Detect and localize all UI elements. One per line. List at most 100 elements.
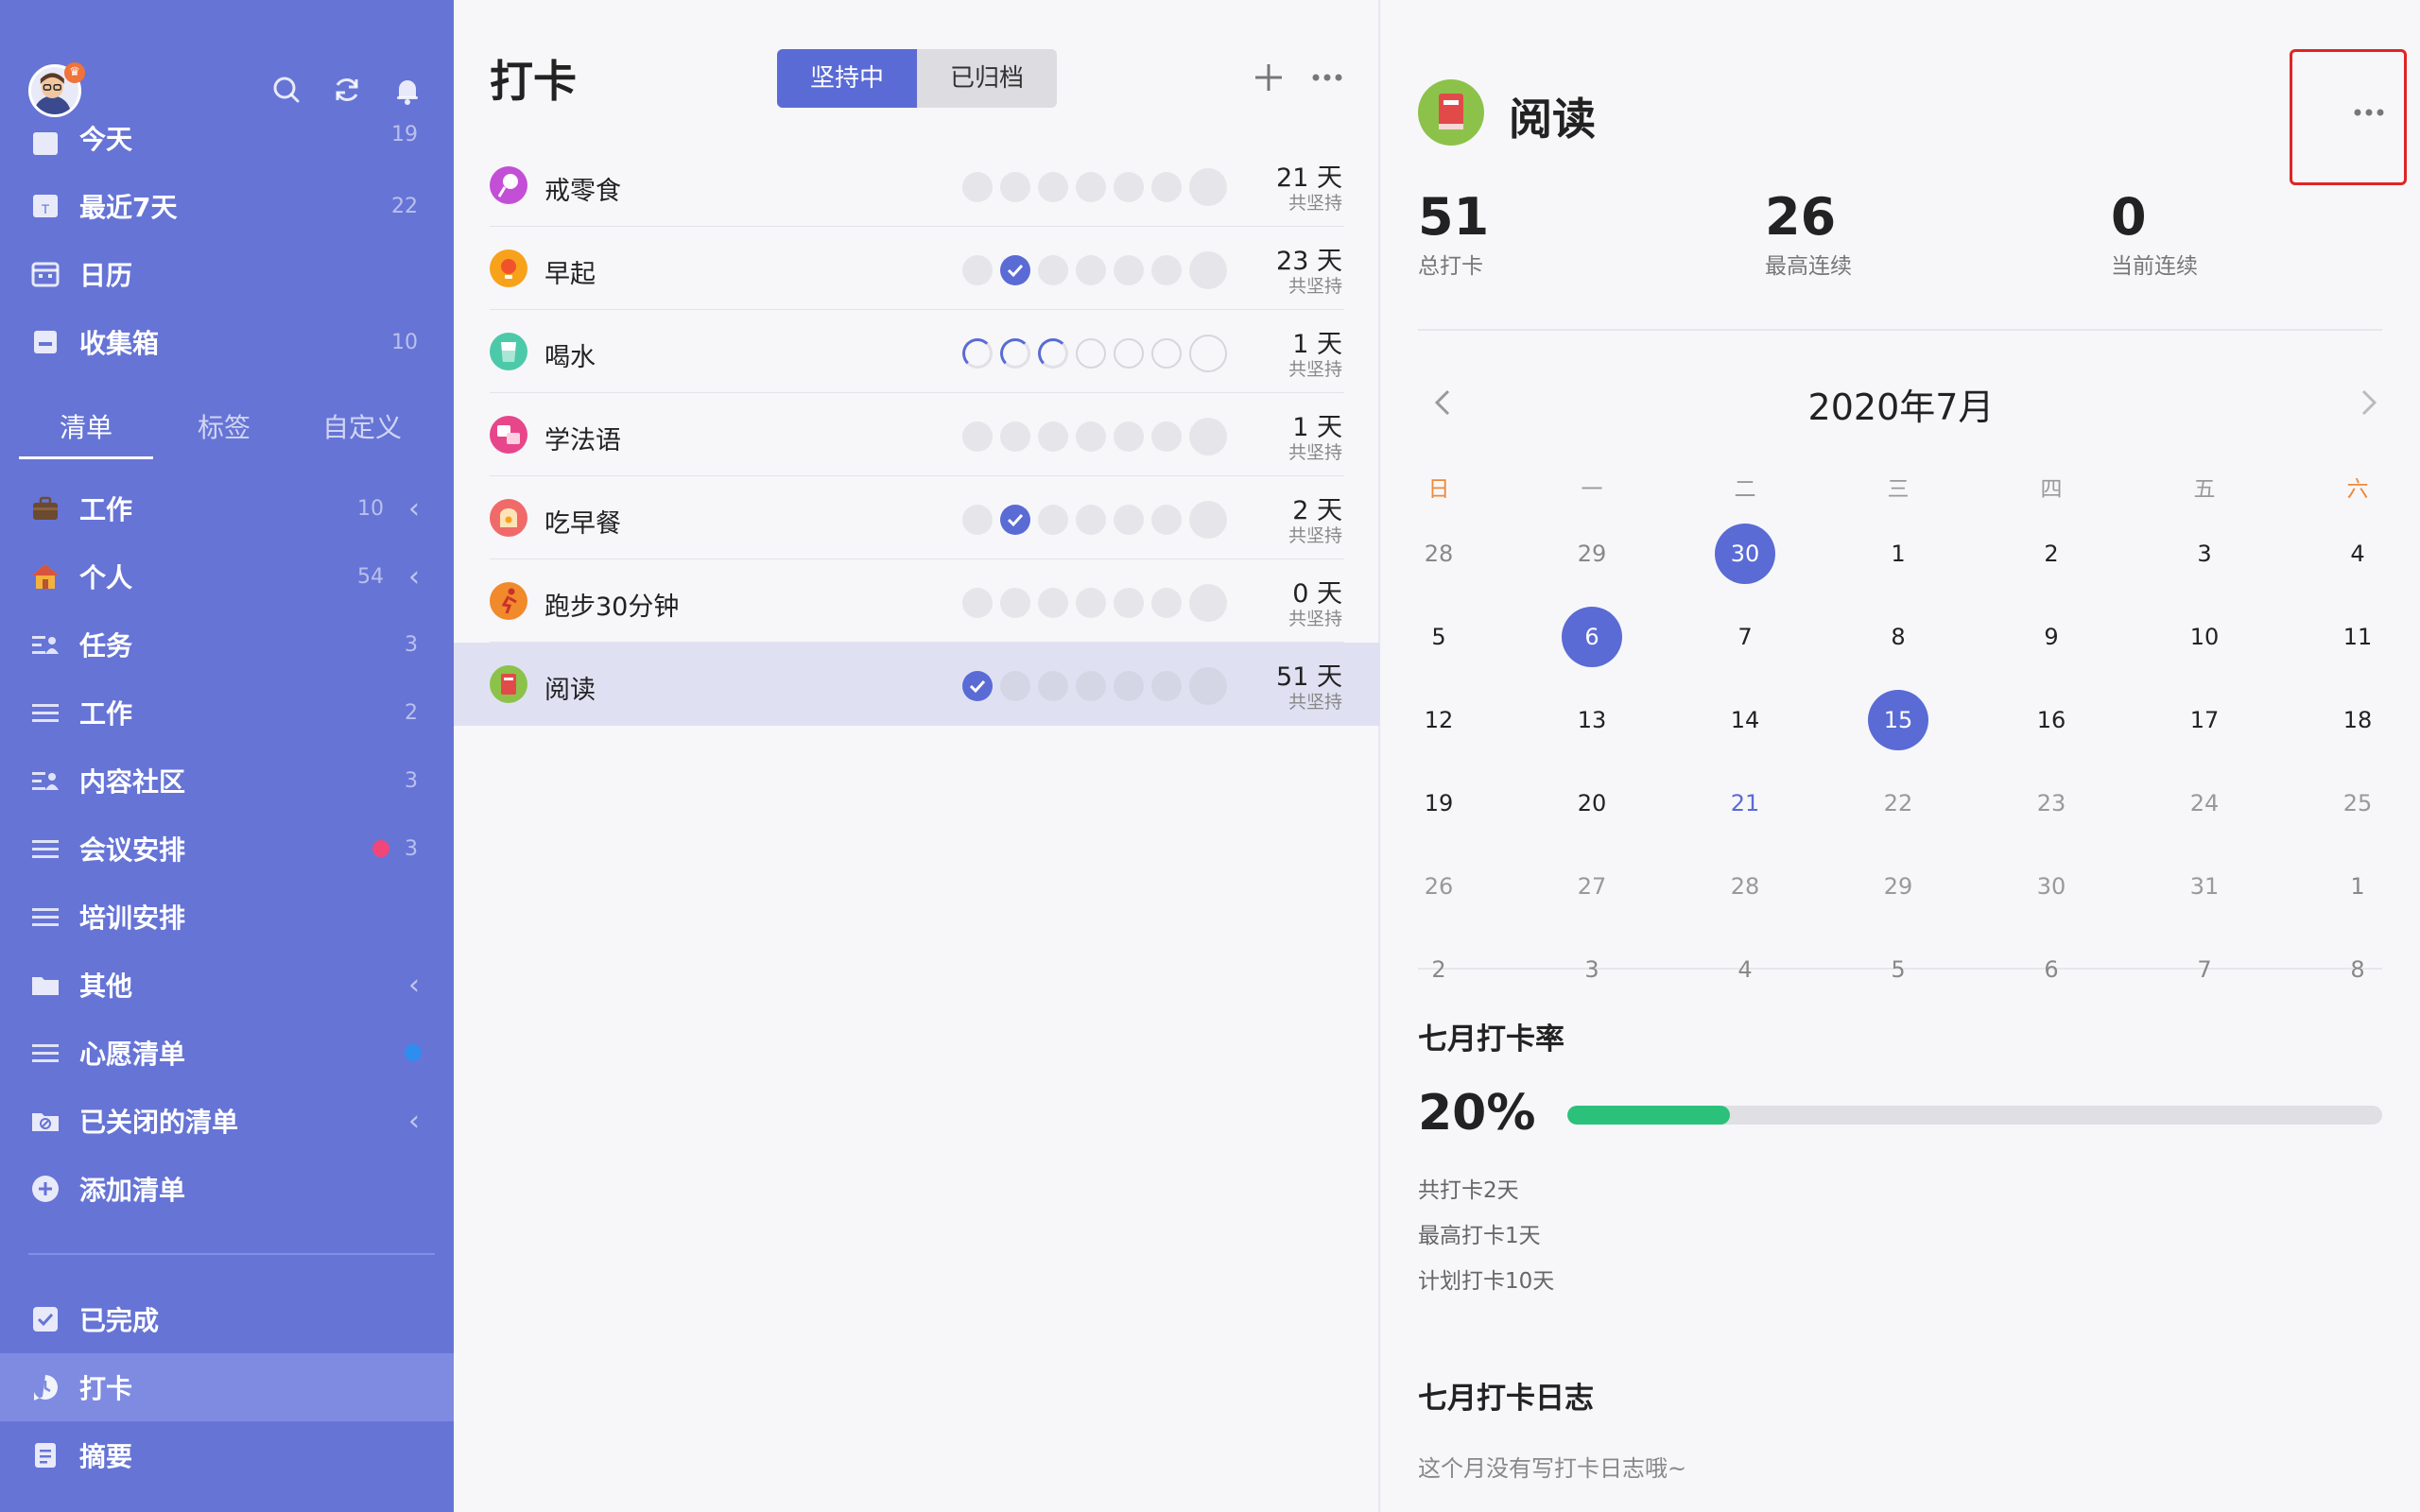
checkin-dot-today[interactable] <box>1189 335 1227 372</box>
calendar-day[interactable]: 1 <box>2327 856 2388 917</box>
calendar-day[interactable]: 16 <box>2021 690 2082 750</box>
sidebar-item-closed-lists[interactable]: 已关闭的清单 ‹ <box>0 1087 454 1155</box>
sidebar-item-other[interactable]: 其他 ‹ <box>0 951 454 1019</box>
calendar-day-checked[interactable]: 15 <box>1868 690 1928 750</box>
chevron-left-icon[interactable]: ‹ <box>408 969 420 1002</box>
checkin-dot[interactable] <box>962 588 993 618</box>
habit-row[interactable]: 喝水 1 天 共坚持 <box>454 310 1380 393</box>
sidebar-item-completed[interactable]: 已完成 <box>0 1285 454 1353</box>
checkin-dot[interactable] <box>1000 588 1030 618</box>
sync-icon[interactable] <box>331 74 363 106</box>
segment-archived[interactable]: 已归档 <box>917 49 1057 108</box>
checkin-dot[interactable] <box>1076 671 1106 701</box>
checkin-dot-today[interactable] <box>1189 251 1227 289</box>
calendar-day[interactable]: 4 <box>2327 524 2388 584</box>
calendar-day[interactable]: 22 <box>1868 773 1928 833</box>
calendar-day-checked[interactable]: 6 <box>1562 607 1622 667</box>
sidebar-item-personal[interactable]: 个人 54 ‹ <box>0 542 454 610</box>
checkin-dot-today[interactable] <box>1189 584 1227 622</box>
sidebar-item-today[interactable]: 今天 19 <box>0 106 454 174</box>
checkin-dot-partial[interactable] <box>962 338 993 369</box>
calendar-day[interactable]: 3 <box>2174 524 2235 584</box>
calendar-day[interactable]: 10 <box>2174 607 2235 667</box>
calendar-day[interactable]: 26 <box>1409 856 1469 917</box>
habit-row[interactable]: 学法语 1 天 共坚持 <box>454 393 1380 476</box>
checkin-dot[interactable] <box>1076 421 1106 452</box>
checkin-dot-today[interactable] <box>1189 667 1227 705</box>
tab-tags[interactable]: 标签 <box>157 397 291 459</box>
checkin-dot[interactable] <box>1114 255 1144 285</box>
checkin-dot[interactable] <box>1076 588 1106 618</box>
calendar-day[interactable]: 31 <box>2174 856 2235 917</box>
calendar-day[interactable]: 4 <box>1715 939 1775 1000</box>
calendar-day[interactable]: 18 <box>2327 690 2388 750</box>
sidebar-item-summary[interactable]: 摘要 <box>0 1421 454 1489</box>
sidebar-item-training[interactable]: 培训安排 <box>0 883 454 951</box>
checkin-dot-done[interactable] <box>962 671 993 701</box>
checkin-dot[interactable] <box>1114 588 1144 618</box>
habit-row[interactable]: 戒零食 21 天 共坚持 <box>454 144 1380 227</box>
calendar-day[interactable]: 12 <box>1409 690 1469 750</box>
checkin-dot-empty[interactable] <box>1151 338 1182 369</box>
checkin-dot[interactable] <box>1000 421 1030 452</box>
calendar-day[interactable]: 2 <box>2021 524 2082 584</box>
add-list-button[interactable]: 添加清单 <box>0 1155 454 1223</box>
calendar-day[interactable]: 21 <box>1715 773 1775 833</box>
search-icon[interactable] <box>270 74 302 106</box>
calendar-day[interactable]: 9 <box>2021 607 2082 667</box>
checkin-dot-today[interactable] <box>1189 501 1227 539</box>
checkin-dot[interactable] <box>1076 172 1106 202</box>
chevron-left-icon[interactable]: ‹ <box>408 492 420 525</box>
calendar-day[interactable]: 28 <box>1409 524 1469 584</box>
checkin-dot[interactable] <box>1076 505 1106 535</box>
calendar-day[interactable]: 27 <box>1562 856 1622 917</box>
checkin-dot[interactable] <box>1114 421 1144 452</box>
checkin-dot[interactable] <box>1151 505 1182 535</box>
calendar-day[interactable]: 5 <box>1868 939 1928 1000</box>
checkin-dot[interactable] <box>1114 172 1144 202</box>
calendar-day[interactable]: 14 <box>1715 690 1775 750</box>
sidebar-item-habits[interactable]: 打卡 <box>0 1353 454 1421</box>
tab-custom[interactable]: 自定义 <box>295 397 429 459</box>
calendar-day[interactable]: 5 <box>1409 607 1469 667</box>
habit-row[interactable]: 跑步30分钟 0 天 共坚持 <box>454 559 1380 643</box>
sidebar-item-inbox[interactable]: 收集箱 10 <box>0 308 454 376</box>
checkin-dot[interactable] <box>1151 172 1182 202</box>
checkin-dot-partial[interactable] <box>1000 338 1030 369</box>
checkin-dot[interactable] <box>1038 505 1068 535</box>
checkin-dot-today[interactable] <box>1189 168 1227 206</box>
checkin-dot-done[interactable] <box>1000 255 1030 285</box>
checkin-dot[interactable] <box>962 255 993 285</box>
checkin-dot[interactable] <box>1151 588 1182 618</box>
calendar-day[interactable]: 29 <box>1562 524 1622 584</box>
habit-row[interactable]: 早起 23 天 共坚持 <box>454 227 1380 310</box>
chevron-left-icon[interactable]: ‹ <box>408 560 420 593</box>
sidebar-item-work-folder[interactable]: 工作 10 ‹ <box>0 474 454 542</box>
calendar-day[interactable]: 11 <box>2327 607 2388 667</box>
calendar-day[interactable]: 28 <box>1715 856 1775 917</box>
checkin-dot-done[interactable] <box>1000 505 1030 535</box>
checkin-dot[interactable] <box>1151 421 1182 452</box>
checkin-dot[interactable] <box>1151 255 1182 285</box>
chevron-left-icon[interactable]: ‹ <box>408 1105 420 1138</box>
calendar-day[interactable]: 30 <box>2021 856 2082 917</box>
checkin-dot[interactable] <box>1151 671 1182 701</box>
checkin-dot[interactable] <box>1114 505 1144 535</box>
calendar-day[interactable]: 8 <box>2327 939 2388 1000</box>
checkin-dot[interactable] <box>1038 421 1068 452</box>
checkin-dot[interactable] <box>1038 588 1068 618</box>
checkin-dot[interactable] <box>962 421 993 452</box>
calendar-day[interactable]: 3 <box>1562 939 1622 1000</box>
calendar-day[interactable]: 7 <box>2174 939 2235 1000</box>
more-options-icon[interactable] <box>1308 59 1346 96</box>
checkin-dot[interactable] <box>1038 172 1068 202</box>
sidebar-item-next-7-days[interactable]: T 最近7天 22 <box>0 172 454 240</box>
checkin-dot-empty[interactable] <box>1076 338 1106 369</box>
calendar-day-checked[interactable]: 30 <box>1715 524 1775 584</box>
checkin-dot[interactable] <box>1038 255 1068 285</box>
checkin-dot-partial[interactable] <box>1038 338 1068 369</box>
add-habit-button[interactable] <box>1250 59 1288 96</box>
calendar-day[interactable]: 25 <box>2327 773 2388 833</box>
tab-lists[interactable]: 清单 <box>19 397 153 459</box>
sidebar-item-calendar[interactable]: 日历 <box>0 240 454 308</box>
